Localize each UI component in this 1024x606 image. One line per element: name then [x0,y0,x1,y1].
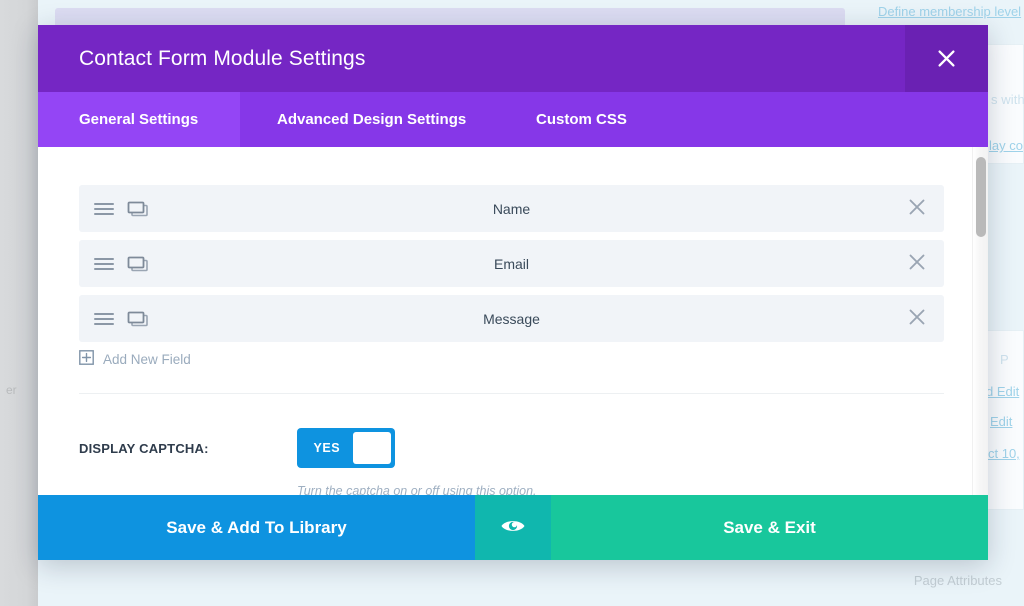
save-and-add-to-library-button[interactable]: Save & Add To Library [38,495,475,560]
modal-header: Contact Form Module Settings [38,25,988,92]
toggle-knob [353,432,391,464]
background-link-display-co[interactable]: lay co [989,138,1023,153]
background-link-define-membership[interactable]: Define membership level [878,4,1021,19]
field-label: Name [79,201,944,217]
row-tools [79,311,149,327]
drag-handle-icon[interactable] [94,202,114,216]
modal-scrollbar-thumb[interactable] [976,157,986,237]
remove-field-button[interactable] [908,308,926,329]
section-divider [79,393,944,394]
background-text-fragment-2: P [1000,352,1009,367]
row-tools [79,256,149,272]
tab-general-settings[interactable]: General Settings [38,92,240,147]
tab-advanced-design-settings[interactable]: Advanced Design Settings [240,92,506,147]
display-captcha-label: DISPLAY CAPTCHA: [79,441,297,456]
modal-scrollbar[interactable] [972,147,988,495]
row-tools [79,201,149,217]
table-row[interactable]: Email [79,240,944,287]
tab-custom-css[interactable]: Custom CSS [506,92,627,147]
save-and-exit-button[interactable]: Save & Exit [551,495,988,560]
add-new-field-button[interactable]: Add New Field [79,350,191,368]
modal-title: Contact Form Module Settings [38,47,365,71]
drag-handle-icon[interactable] [94,312,114,326]
page-attributes-heading: Page Attributes [914,573,1002,588]
background-link-edit-2[interactable]: Edit [990,414,1012,429]
field-label: Email [79,256,944,272]
display-captcha-toggle[interactable]: YES [297,428,395,468]
plus-box-icon [79,350,94,368]
background-link-date[interactable]: ct 10, [988,446,1020,461]
toggle-value-label: YES [301,441,353,455]
add-new-field-label: Add New Field [103,352,191,367]
modal-footer: Save & Add To Library Save & Exit [38,495,988,560]
admin-left-rail [0,0,38,606]
drag-handle-icon[interactable] [94,257,114,271]
display-captcha-setting: DISPLAY CAPTCHA: YES [79,428,944,468]
general-settings-panel: Name [38,147,988,495]
field-label: Message [79,311,944,327]
modal-tabbar: General Settings Advanced Design Setting… [38,92,988,147]
duplicate-icon[interactable] [127,311,149,327]
background-text-fragment-1: s with [991,92,1024,107]
contact-form-module-settings-modal: Contact Form Module Settings General Set… [38,25,988,560]
rail-text-fragment: er [6,383,17,397]
close-icon [908,253,926,274]
modal-body: Name [38,147,988,495]
display-captcha-hint: Turn the captcha on or off using this op… [297,484,944,495]
background-link-edit-1[interactable]: d Edit [986,384,1019,399]
table-row[interactable]: Name [79,185,944,232]
close-icon [937,49,956,68]
close-icon [908,198,926,219]
duplicate-icon[interactable] [127,201,149,217]
close-icon [908,308,926,329]
preview-button[interactable] [475,495,551,560]
eye-icon [500,517,526,538]
remove-field-button[interactable] [908,253,926,274]
duplicate-icon[interactable] [127,256,149,272]
remove-field-button[interactable] [908,198,926,219]
close-button[interactable] [905,25,988,92]
table-row[interactable]: Message [79,295,944,342]
